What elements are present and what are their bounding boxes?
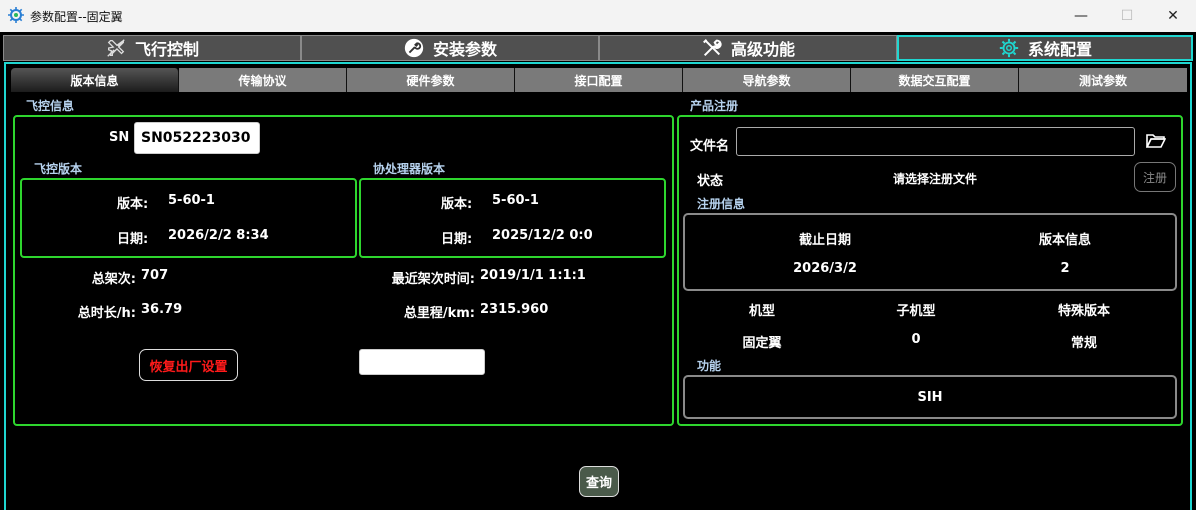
function-title: 功能: [697, 359, 722, 373]
app-gear-icon: [8, 7, 24, 23]
subtab-interface-config[interactable]: 接口配置: [515, 68, 683, 92]
minimize-icon[interactable]: —: [1058, 0, 1104, 32]
tab-install-params[interactable]: 安装参数: [301, 35, 599, 61]
status-label: 状态: [697, 174, 724, 189]
gear-icon: [998, 37, 1020, 59]
fc-date-value: 2026/2/2 8:34: [168, 228, 269, 243]
flight-info-title: 飞控信息: [26, 99, 75, 113]
folder-open-icon[interactable]: [1146, 133, 1166, 149]
window-title: 参数配置--固定翼: [30, 10, 123, 24]
total-hours-label: 总时长/h:: [77, 306, 136, 321]
special-version-label: 特殊版本: [1057, 304, 1110, 319]
model-label: 机型: [748, 304, 775, 319]
special-version-value: 常规: [1070, 336, 1097, 351]
tab-label: 高级功能: [730, 40, 795, 59]
last-sortie-value: 2019/1/1 1:1:1: [480, 268, 586, 283]
fc-version-label: 版本:: [117, 197, 149, 212]
status-value: 请选择注册文件: [893, 172, 978, 186]
tab-advanced[interactable]: 高级功能: [599, 35, 897, 61]
subtab-hardware-params[interactable]: 硬件参数: [347, 68, 515, 92]
submodel-value: 0: [911, 332, 921, 347]
airplane-icon: [105, 37, 127, 59]
fc-version-value: 5-60-1: [168, 193, 215, 208]
tab-label: 飞行控制: [134, 40, 199, 59]
reg-info-box: [683, 213, 1177, 291]
fc-version-title: 飞控版本: [34, 162, 83, 176]
last-sortie-label: 最近架次时间:: [391, 272, 475, 287]
subtab-version-info[interactable]: 版本信息: [11, 68, 179, 92]
maximize-icon[interactable]: ☐: [1104, 0, 1150, 32]
total-km-label: 总里程/km:: [403, 306, 475, 321]
product-reg-title: 产品注册: [690, 99, 739, 113]
sn-input[interactable]: SN052223030: [134, 122, 260, 154]
subtab-nav-params[interactable]: 导航参数: [683, 68, 851, 92]
aux-input[interactable]: [359, 349, 485, 375]
submodel-label: 子机型: [896, 304, 936, 319]
tab-label: 系统配置: [1027, 40, 1092, 59]
model-value: 固定翼: [742, 336, 782, 351]
factory-reset-button[interactable]: 恢复出厂设置: [139, 349, 238, 381]
tools-icon: [701, 37, 723, 59]
query-button[interactable]: 查询: [579, 466, 619, 497]
wrench-circle-icon: [403, 37, 425, 59]
total-sorties-value: 707: [141, 268, 169, 283]
subtab-data-exchange[interactable]: 数据交互配置: [851, 68, 1019, 92]
coproc-version-label: 版本:: [441, 197, 473, 212]
close-icon[interactable]: ✕: [1150, 0, 1196, 32]
total-km-value: 2315.960: [480, 302, 549, 317]
reg-info-title: 注册信息: [697, 197, 746, 211]
filename-label: 文件名: [690, 139, 730, 154]
coproc-date-label: 日期:: [441, 232, 473, 247]
tab-flight-control[interactable]: 飞行控制: [3, 35, 301, 61]
tab-label: 安装参数: [432, 40, 497, 59]
subtab-transport-protocol[interactable]: 传输协议: [179, 68, 347, 92]
fc-version-box: [20, 178, 357, 258]
sn-label: SN: [109, 130, 130, 145]
coproc-date-value: 2025/12/2 0:0: [492, 228, 593, 243]
coproc-version-title: 协处理器版本: [373, 162, 446, 176]
coproc-version-box: [359, 178, 666, 258]
filename-input[interactable]: [736, 127, 1135, 156]
tab-system-config[interactable]: 系统配置: [897, 35, 1193, 61]
expiry-value: 2026/3/2: [793, 261, 857, 276]
register-button[interactable]: 注册: [1134, 162, 1176, 192]
fc-date-label: 日期:: [117, 232, 149, 247]
total-hours-value: 36.79: [141, 302, 183, 317]
subtab-test-params[interactable]: 测试参数: [1019, 68, 1187, 92]
coproc-version-value: 5-60-1: [492, 193, 539, 208]
title-bar: 参数配置--固定翼 — ☐ ✕: [0, 0, 1196, 32]
expiry-label: 截止日期: [798, 233, 851, 248]
function-value: SIH: [917, 390, 943, 405]
version-info-value: 2: [1060, 261, 1070, 276]
version-info-label: 版本信息: [1038, 233, 1091, 248]
total-sorties-label: 总架次:: [91, 272, 136, 287]
